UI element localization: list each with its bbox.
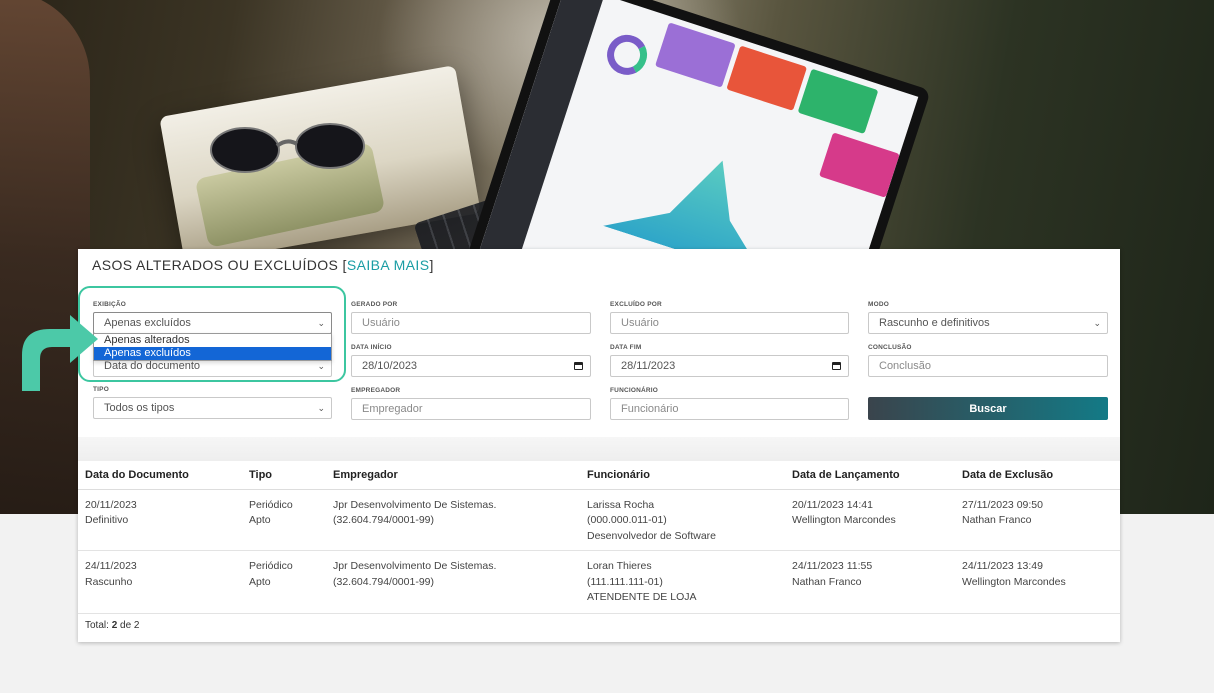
exclusao-data: 27/11/2023 09:50 (962, 498, 1043, 511)
conclusao-label: CONCLUSÃO (868, 344, 912, 351)
empregador-cnpj: (32.604.794/0001-99) (333, 575, 434, 588)
exclusao-user: Wellington Marcondes (962, 575, 1066, 588)
data-ref-value: Data do documento (104, 360, 201, 372)
excluido-por-label: EXCLUÍDO POR (610, 301, 662, 308)
total-suffix: de 2 (117, 620, 140, 631)
title-bracket: ] (429, 257, 434, 273)
sunglasses (210, 123, 365, 173)
data-inicio-value: 28/10/2023 (362, 360, 418, 372)
cell-data-documento: 20/11/2023 Definitivo (78, 489, 242, 551)
modo-select[interactable]: Rascunho e definitivos ⌄ (868, 312, 1108, 334)
chevron-down-icon: ⌄ (1093, 318, 1101, 328)
col-header-tipo[interactable]: Tipo (242, 461, 326, 490)
table-total: Total: 2 de 2 (85, 620, 140, 631)
data-fim-label: DATA FIM (610, 344, 642, 351)
option-apenas-alterados[interactable]: Apenas alterados (94, 334, 331, 347)
col-header-empregador[interactable]: Empregador (326, 461, 580, 490)
asos-panel: ASOS ALTERADOS OU EXCLUÍDOS [SAIBA MAIS]… (78, 249, 1120, 642)
cell-data-lancamento: 24/11/2023 11:55 Nathan Franco (785, 550, 955, 614)
page-title: ASOS ALTERADOS OU EXCLUÍDOS [SAIBA MAIS] (92, 257, 434, 273)
cell-tipo: Periódico Apto (242, 550, 326, 614)
tipo-value: Periódico (249, 560, 293, 572)
cell-funcionario: Loran Thieres (111.111.111-01) ATENDENTE D… (580, 550, 785, 614)
doc-date: 20/11/2023 (85, 498, 137, 511)
col-header-funcionario[interactable]: Funcionário (580, 461, 785, 490)
data-inicio-input[interactable]: 28/10/2023 (351, 355, 591, 377)
exibicao-select[interactable]: Apenas excluídos ⌄ (93, 312, 332, 334)
exclusao-user: Nathan Franco (962, 514, 1032, 526)
funcionario-cargo: Desenvolvedor de Software (587, 529, 716, 542)
section-separator (78, 437, 1120, 461)
data-inicio-label: DATA INÍCIO (351, 344, 392, 351)
lancamento-user: Nathan Franco (792, 575, 862, 588)
col-header-data-documento[interactable]: Data do Documento (78, 461, 242, 490)
doc-status: Definitivo (85, 514, 129, 526)
table-row[interactable]: 20/11/2023 Definitivo Periódico Apto Jpr D… (78, 489, 1120, 551)
gerado-por-input[interactable]: Usuário (351, 312, 591, 334)
tipo-status: Apto (249, 514, 271, 526)
results-table: Data do Documento Tipo Empregador Funcio… (78, 461, 1120, 614)
total-prefix: Total: (85, 620, 112, 631)
table-row[interactable]: 24/11/2023 Rascunho Periódico Apto Jpr Des… (78, 550, 1120, 614)
modo-label: MODO (868, 301, 890, 308)
doc-date: 24/11/2023 (85, 560, 137, 572)
tipo-value: Periódico (249, 498, 293, 511)
funcionario-cargo: ATENDENTE DE LOJA (587, 591, 697, 603)
table-header-row: Data do Documento Tipo Empregador Funcio… (78, 461, 1120, 490)
empregador-name: Jpr Desenvolvimento De Sistemas. (333, 560, 497, 572)
conclusao-input[interactable]: Conclusão (868, 355, 1108, 377)
gerado-por-label: GERADO POR (351, 301, 398, 308)
option-apenas-excluidos[interactable]: Apenas excluídos (94, 347, 331, 360)
tipo-value: Todos os tipos (104, 402, 175, 414)
cell-tipo: Periódico Apto (242, 489, 326, 551)
tipo-select[interactable]: Todos os tipos ⌄ (93, 397, 332, 419)
empregador-input[interactable]: Empregador (351, 398, 591, 420)
lancamento-data: 20/11/2023 14:41 (792, 498, 873, 511)
modo-value: Rascunho e definitivos (879, 317, 990, 329)
data-fim-input[interactable]: 28/11/2023 (610, 355, 849, 377)
empregador-label: EMPREGADOR (351, 387, 401, 394)
title-text: ASOS ALTERADOS OU EXCLUÍDOS [ (92, 257, 347, 273)
person-silhouette (0, 0, 90, 514)
cell-funcionario: Larissa Rocha (000.000.011-01) Desenvolved… (580, 489, 785, 551)
exclusao-data: 24/11/2023 13:49 (962, 560, 1043, 572)
tipo-status: Apto (249, 575, 271, 588)
data-fim-value: 28/11/2023 (621, 360, 676, 372)
funcionario-nome: Loran Thieres (587, 560, 652, 572)
funcionario-cpf: (000.000.011-01) (587, 514, 667, 526)
funcionario-cpf: (111.111.111-01) (587, 575, 663, 588)
cell-empregador: Jpr Desenvolvimento De Sistemas. (32.604.… (326, 489, 580, 551)
exibicao-dropdown: Apenas alterados Apenas excluídos (93, 333, 332, 361)
cell-data-exclusao: 27/11/2023 09:50 Nathan Franco (955, 489, 1120, 551)
empregador-cnpj: (32.604.794/0001-99) (333, 514, 434, 526)
col-header-data-exclusao[interactable]: Data de Exclusão (955, 461, 1120, 490)
cell-data-exclusao: 24/11/2023 13:49 Wellington Marcondes (955, 550, 1120, 614)
buscar-button[interactable]: Buscar (868, 397, 1108, 420)
cell-empregador: Jpr Desenvolvimento De Sistemas. (32.604.… (326, 550, 580, 614)
funcionario-label: FUNCIONÁRIO (610, 387, 659, 394)
cell-data-lancamento: 20/11/2023 14:41 Wellington Marcondes (785, 489, 955, 551)
lancamento-user: Wellington Marcondes (792, 514, 896, 526)
curved-arrow-icon (22, 315, 98, 391)
funcionario-nome: Larissa Rocha (587, 498, 655, 511)
chevron-down-icon: ⌄ (317, 318, 325, 328)
lancamento-data: 24/11/2023 11:55 (792, 560, 873, 572)
empregador-name: Jpr Desenvolvimento De Sistemas. (333, 498, 497, 511)
doc-status: Rascunho (85, 575, 133, 588)
col-header-data-lancamento[interactable]: Data de Lançamento (785, 461, 955, 490)
exibicao-value: Apenas excluídos (104, 317, 191, 329)
cell-data-documento: 24/11/2023 Rascunho (78, 550, 242, 614)
calendar-icon[interactable] (574, 362, 583, 370)
saiba-mais-link[interactable]: SAIBA MAIS (347, 257, 430, 273)
calendar-icon[interactable] (832, 362, 841, 370)
chevron-down-icon: ⌄ (317, 403, 325, 413)
funcionario-input[interactable]: Funcionário (610, 398, 849, 420)
excluido-por-input[interactable]: Usuário (610, 312, 849, 334)
